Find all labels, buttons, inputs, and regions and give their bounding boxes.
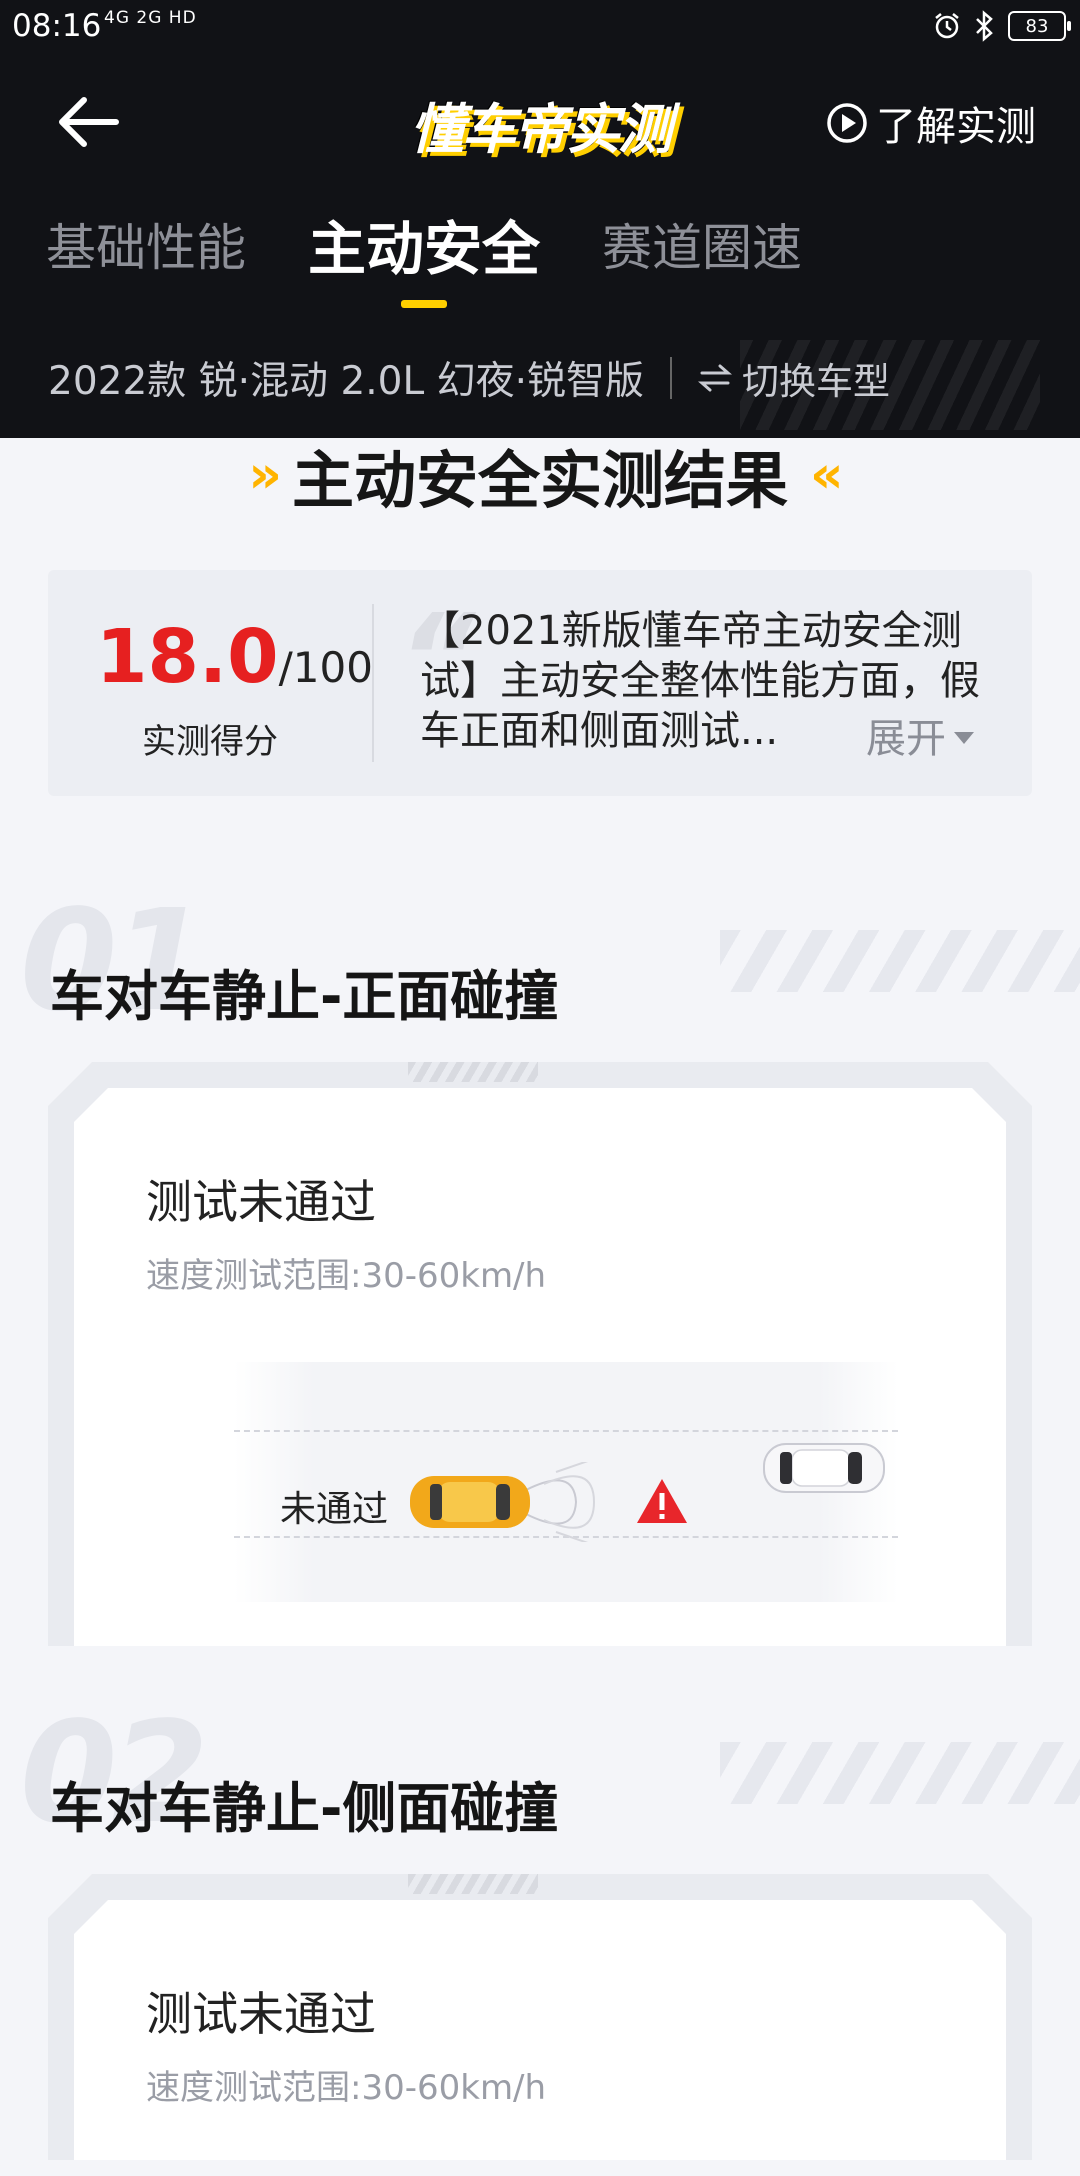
learn-test-label: 了解实测 [876, 104, 1036, 150]
tab-track-lap[interactable]: 赛道圈速 [602, 208, 802, 316]
model-name: 2022款 锐·混动 2.0L 幻夜·锐智版 [48, 359, 644, 404]
tab-basic-performance[interactable]: 基础性能 [46, 208, 246, 316]
test-status: 测试未通过 [146, 1175, 376, 1229]
warning-icon [634, 1476, 690, 1526]
status-bar: 08:16 4G 2G HD 83 [0, 0, 1080, 56]
test-card[interactable]: 测试未通过 速度测试范围:30-60km/h 未通过 [74, 1088, 1006, 1646]
switch-model-label: 切换车型 [742, 360, 890, 403]
result-title-text: 主动安全实测结果 [291, 444, 788, 517]
test-scene: 未通过 [234, 1362, 898, 1602]
signal-icon: 4G 2G HD [104, 8, 197, 28]
score-card: 18.0/100 实测得分 “ 【2021新版懂车帝主动安全测试】主动安全整体性… [48, 570, 1032, 796]
speed-range: 速度测试范围:30-60km/h [146, 2068, 547, 2108]
score-value: 18.0 [96, 614, 279, 700]
tab-bar: 基础性能 主动安全 赛道圈速 [46, 208, 802, 316]
test-status: 测试未通过 [146, 1987, 376, 2041]
expand-label: 展开 [866, 716, 946, 762]
score-value-group: 18.0/100 [96, 614, 373, 700]
scene-result-label: 未通过 [280, 1489, 389, 1530]
model-row: 2022款 锐·混动 2.0L 幻夜·锐智版 切换车型 [48, 350, 890, 406]
header: 08:16 4G 2G HD 83 懂车帝实测 了解实测 基础性能 主动安全 赛… [0, 0, 1080, 438]
test-card-frame: 测试未通过 速度测试范围:30-60km/h [48, 1874, 1032, 2160]
brand-logo-text: 懂车帝实测 [410, 97, 672, 161]
play-circle-icon [827, 103, 867, 143]
section-title: 车对车静止-侧面碰撞 [50, 1777, 559, 1840]
swap-icon [698, 364, 732, 392]
back-arrow-icon [59, 97, 119, 147]
score-max: /100 [278, 643, 373, 692]
test-card-frame: 测试未通过 速度测试范围:30-60km/h 未通过 [48, 1062, 1032, 1646]
back-button[interactable] [56, 92, 120, 152]
bluetooth-icon [976, 10, 993, 42]
status-time: 08:16 [12, 8, 102, 44]
card-decoration [408, 1874, 538, 1894]
expand-button[interactable]: 展开 [866, 706, 974, 764]
alarm-icon [935, 13, 959, 39]
result-title: » 主动安全实测结果 « [0, 438, 1080, 517]
tab-active-safety[interactable]: 主动安全 [308, 202, 540, 316]
test-card[interactable]: 测试未通过 速度测试范围:30-60km/h [74, 1900, 1006, 2160]
section-decoration [720, 1742, 1080, 1804]
section-decoration [720, 930, 1080, 992]
chevron-left-icon: « [810, 445, 843, 505]
battery-icon: 83 [1008, 11, 1071, 41]
divider [372, 604, 374, 762]
speed-range: 速度测试范围:30-60km/h [146, 1256, 547, 1296]
score-block: 18.0/100 实测得分 [48, 570, 373, 796]
test-car-icon [404, 1462, 624, 1542]
status-icons: 83 [932, 10, 1071, 42]
lane-line [234, 1430, 898, 1432]
target-car-icon [762, 1440, 886, 1496]
section-title: 车对车静止-正面碰撞 [50, 965, 559, 1028]
scene-placeholder [126, 2160, 1004, 2176]
divider [670, 357, 672, 399]
learn-test-button[interactable]: 了解实测 [826, 94, 1036, 152]
switch-model-button[interactable]: 切换车型 [698, 351, 890, 405]
score-label: 实测得分 [142, 722, 278, 762]
brand-logo: 懂车帝实测 [400, 84, 680, 164]
chevron-right-icon: » [248, 445, 281, 505]
caret-down-icon [954, 732, 974, 744]
card-decoration [408, 1062, 538, 1082]
